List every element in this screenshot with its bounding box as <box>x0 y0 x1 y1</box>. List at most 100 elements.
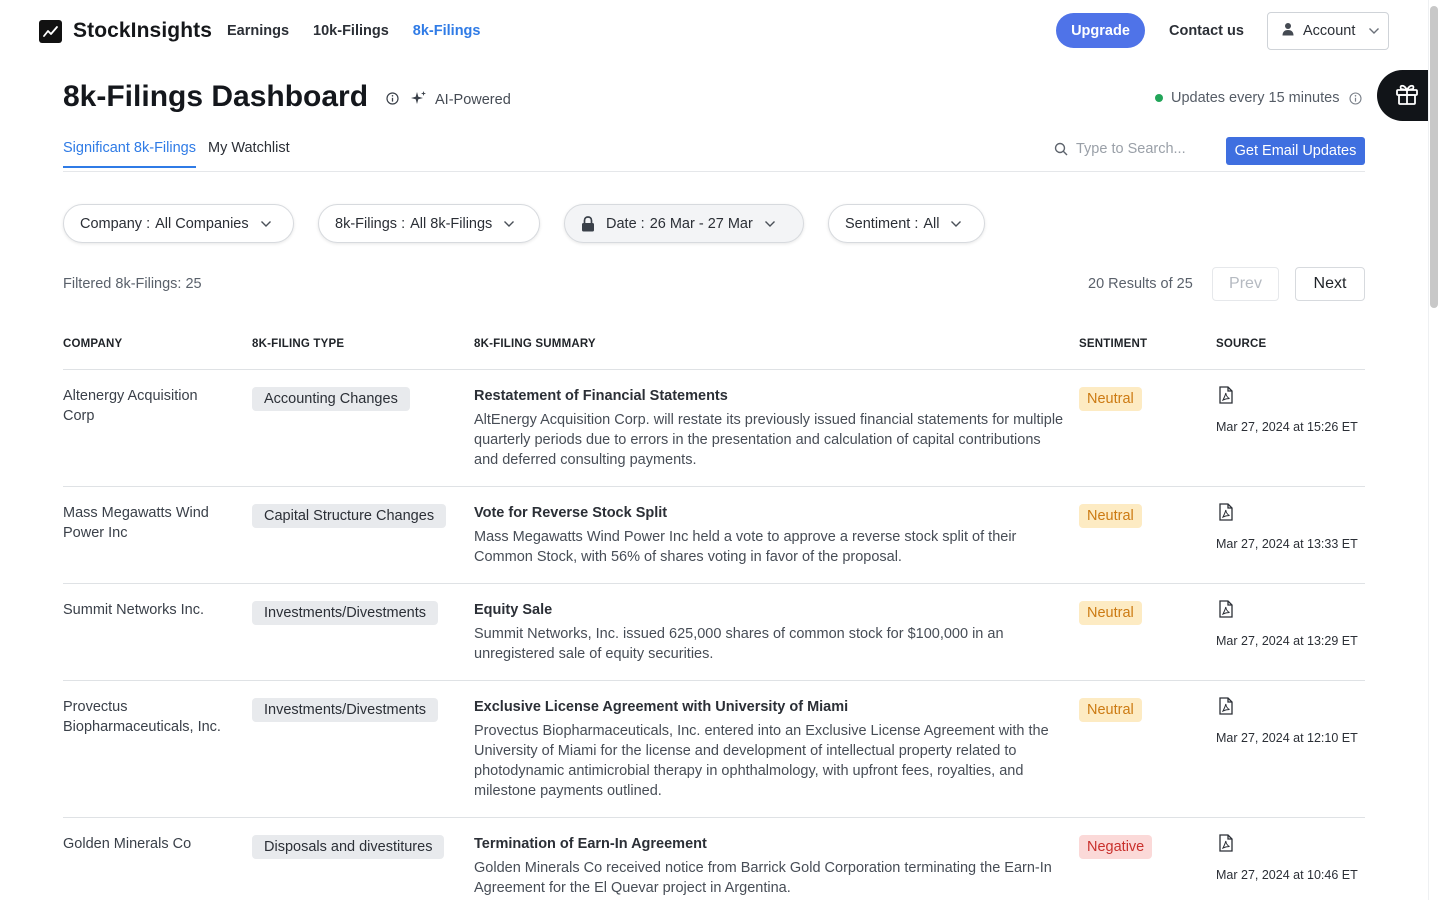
status-dot <box>1155 94 1163 102</box>
summary-title: Equity Sale <box>474 602 553 618</box>
summary-cell: Equity Sale Summit Networks, Inc. issued… <box>474 600 1064 664</box>
pdf-file-icon[interactable] <box>1218 834 1234 852</box>
company-filter[interactable]: Company : All Companies <box>63 204 294 243</box>
nav-link-10k-filings[interactable]: 10k-Filings <box>313 23 389 39</box>
company-name[interactable]: Altenergy Acquisition Corp <box>63 386 233 426</box>
info-icon[interactable] <box>1349 91 1363 105</box>
sentiment-badge: Neutral <box>1079 601 1142 625</box>
filtered-count: Filtered 8k-Filings: 25 <box>63 276 202 292</box>
filter-value: All 8k-Filings <box>410 215 493 232</box>
summary-title: Exclusive License Agreement with Univers… <box>474 699 849 715</box>
company-name[interactable]: Summit Networks Inc. <box>63 600 233 620</box>
summary-title: Termination of Earn-In Agreement <box>474 836 707 852</box>
pdf-file-icon[interactable] <box>1218 697 1234 715</box>
filing-type-cell: Disposals and divestitures <box>252 835 445 859</box>
prev-page-button[interactable]: Prev <box>1212 267 1279 301</box>
chevron-down-icon <box>503 220 515 228</box>
pdf-file-icon[interactable] <box>1218 503 1234 521</box>
tabs-divider <box>63 171 1365 172</box>
tab-my-watchlist[interactable]: My Watchlist <box>208 140 290 168</box>
summary-cell: Exclusive License Agreement with Univers… <box>474 697 1064 801</box>
chevron-down-icon <box>950 220 962 228</box>
chevron-down-icon <box>1368 27 1380 35</box>
chevron-down-icon <box>260 220 272 228</box>
summary-text: Provectus Biopharmaceuticals, Inc. enter… <box>474 723 1049 799</box>
tabs: Significant 8k-Filings My Watchlist <box>63 140 290 168</box>
filing-type-filter[interactable]: 8k-Filings : All 8k-Filings <box>318 204 540 243</box>
sentiment-cell: Negative <box>1079 835 1153 859</box>
sentiment-badge: Neutral <box>1079 698 1142 722</box>
account-label: Account <box>1303 23 1356 39</box>
results-range: 20 Results of 25 <box>1088 276 1193 292</box>
company-name[interactable]: Provectus Biopharmaceuticals, Inc. <box>63 697 233 737</box>
top-nav: StockInsights Earnings 10k-Filings 8k-Fi… <box>0 0 1440 62</box>
user-icon <box>1282 22 1294 40</box>
tab-significant-8k-filings[interactable]: Significant 8k-Filings <box>63 140 196 168</box>
nav-link-earnings[interactable]: Earnings <box>227 23 289 39</box>
account-button[interactable]: Account <box>1267 12 1389 50</box>
column-header-company: COMPANY <box>63 338 123 350</box>
filing-type-cell: Accounting Changes <box>252 387 410 411</box>
get-email-updates-button[interactable]: Get Email Updates <box>1226 137 1365 165</box>
pdf-file-icon[interactable] <box>1218 600 1234 618</box>
table-row: Golden Minerals Co Disposals and divesti… <box>63 818 1365 900</box>
source-cell: Mar 27, 2024 at 10:46 ET <box>1216 834 1358 882</box>
column-header-filing-type: 8K-FILING TYPE <box>252 338 345 350</box>
filter-label: Company : <box>80 215 151 232</box>
table-header: COMPANY 8K-FILING TYPE 8K-FILING SUMMARY… <box>63 330 1365 370</box>
filter-label: Sentiment : <box>845 215 919 232</box>
source-cell: Mar 27, 2024 at 13:33 ET <box>1216 503 1358 551</box>
filing-type-chip: Accounting Changes <box>252 387 410 411</box>
pdf-file-icon[interactable] <box>1218 386 1234 404</box>
sentiment-cell: Neutral <box>1079 698 1142 722</box>
brand-name: StockInsights <box>73 19 212 42</box>
gift-icon <box>1394 80 1420 111</box>
filing-type-chip: Capital Structure Changes <box>252 504 447 528</box>
filing-type-chip: Investments/Divestments <box>252 698 438 722</box>
summary-text: Golden Minerals Co received notice from … <box>474 860 1052 896</box>
filter-value: All Companies <box>155 215 249 232</box>
filing-type-chip: Disposals and divestitures <box>252 835 445 859</box>
filing-date: Mar 27, 2024 at 10:46 ET <box>1216 868 1358 882</box>
nav-links: Earnings 10k-Filings 8k-Filings <box>227 23 480 39</box>
sentiment-filter[interactable]: Sentiment : All <box>828 204 985 243</box>
filter-value: All <box>923 215 940 232</box>
sparkle-icon <box>411 90 427 110</box>
filing-date: Mar 27, 2024 at 13:33 ET <box>1216 537 1358 551</box>
search-input[interactable] <box>1076 141 1206 157</box>
filter-label: Date : <box>606 215 645 232</box>
table-row: Mass Megawatts Wind Power Inc Capital St… <box>63 487 1365 584</box>
contact-us-link[interactable]: Contact us <box>1169 23 1244 39</box>
filing-type-cell: Capital Structure Changes <box>252 504 447 528</box>
next-page-button[interactable]: Next <box>1295 267 1365 301</box>
company-name[interactable]: Golden Minerals Co <box>63 834 233 854</box>
column-header-summary: 8K-FILING SUMMARY <box>474 338 596 350</box>
source-cell: Mar 27, 2024 at 12:10 ET <box>1216 697 1358 745</box>
date-filter[interactable]: Date : 26 Mar - 27 Mar <box>564 204 804 243</box>
table-row: Summit Networks Inc. Investments/Divestm… <box>63 584 1365 681</box>
summary-cell: Termination of Earn-In Agreement Golden … <box>474 834 1064 898</box>
column-header-sentiment: SENTIMENT <box>1079 338 1148 350</box>
sentiment-badge: Negative <box>1079 835 1153 859</box>
sentiment-badge: Neutral <box>1079 504 1142 528</box>
table-row: Altenergy Acquisition Corp Accounting Ch… <box>63 370 1365 487</box>
sentiment-cell: Neutral <box>1079 601 1142 625</box>
search-icon <box>1054 142 1068 156</box>
company-name[interactable]: Mass Megawatts Wind Power Inc <box>63 503 233 543</box>
filter-value: 26 Mar - 27 Mar <box>649 215 753 232</box>
filing-type-cell: Investments/Divestments <box>252 601 438 625</box>
filings-table: COMPANY 8K-FILING TYPE 8K-FILING SUMMARY… <box>63 330 1365 900</box>
summary-text: AltEnergy Acquisition Corp. will restate… <box>474 412 1064 468</box>
table-row: Provectus Biopharmaceuticals, Inc. Inves… <box>63 681 1365 818</box>
filter-label: 8k-Filings : <box>335 215 406 232</box>
summary-title: Restatement of Financial Statements <box>474 388 728 404</box>
info-icon[interactable] <box>386 92 399 110</box>
scrollbar-thumb[interactable] <box>1430 6 1438 308</box>
upgrade-button[interactable]: Upgrade <box>1056 13 1145 48</box>
nav-link-8k-filings[interactable]: 8k-Filings <box>413 23 481 39</box>
brand[interactable]: StockInsights <box>39 19 212 43</box>
update-status: Updates every 15 minutes <box>1155 90 1363 106</box>
filing-date: Mar 27, 2024 at 13:29 ET <box>1216 634 1358 648</box>
filing-type-cell: Investments/Divestments <box>252 698 438 722</box>
ai-powered-badge: AI-Powered <box>411 90 511 110</box>
